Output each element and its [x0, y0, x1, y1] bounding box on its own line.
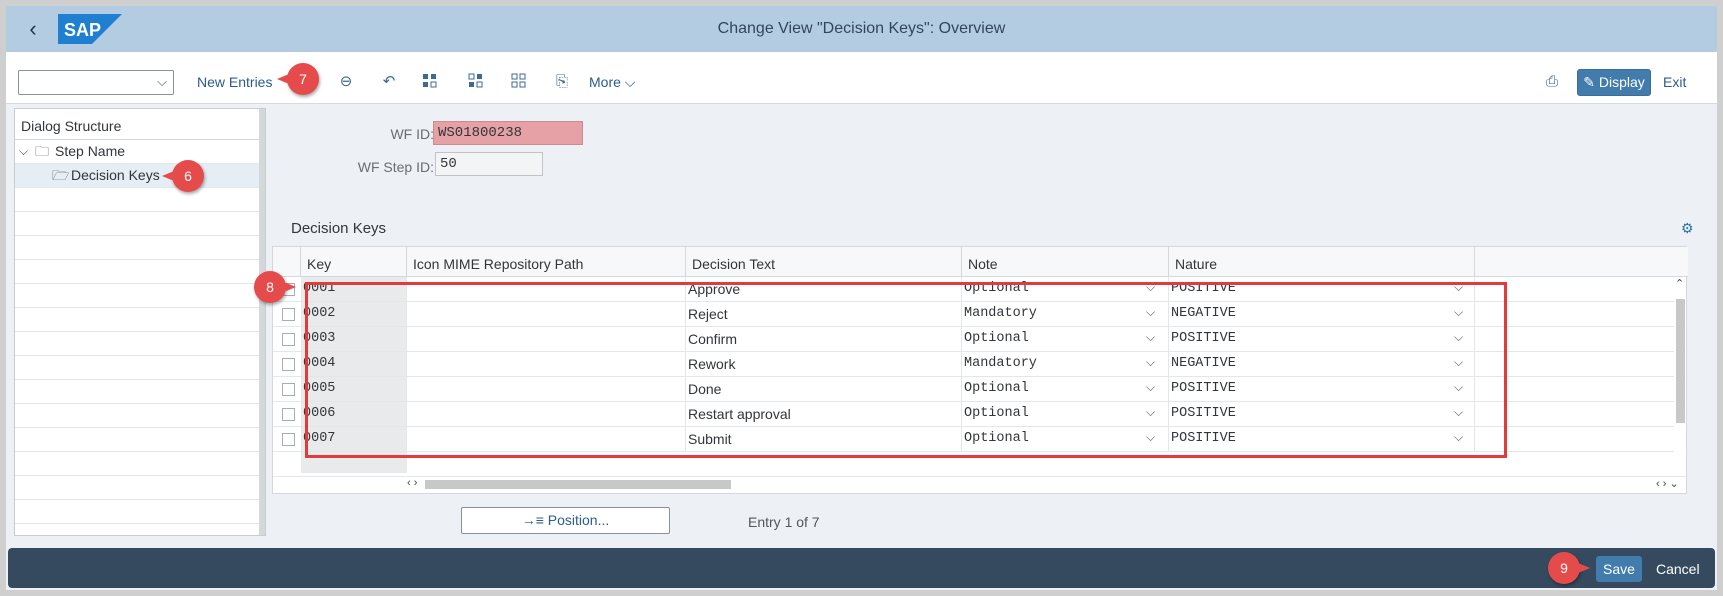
wf-step-id-label: WF Step ID: [357, 159, 434, 175]
wf-step-id-field[interactable]: 50 [435, 152, 543, 176]
callout-9: 9 [1548, 552, 1590, 584]
variant-select[interactable]: ⌵ [18, 70, 174, 95]
save-button[interactable]: Save [1596, 556, 1642, 582]
column-header-path[interactable]: Icon MIME Repository Path [407, 247, 686, 277]
position-button[interactable]: →≡ Position... [461, 507, 670, 534]
row-checkbox[interactable] [282, 358, 295, 371]
tree-empty-row [15, 404, 265, 428]
row-checkbox[interactable] [282, 308, 295, 321]
callout-7: 7 [277, 63, 319, 95]
page-title: Change View "Decision Keys": Overview [717, 20, 1006, 37]
folder-icon: 🗀 [35, 143, 49, 159]
select-block-icon[interactable] [466, 72, 486, 92]
tree-item-step-name[interactable]: ⌵ 🗀 Step Name [15, 140, 265, 164]
sap-window: ‹ SAP Change View "Decision Keys": Overv… [6, 6, 1717, 590]
panel-scrollbar[interactable] [259, 109, 265, 535]
tree-empty-row [15, 308, 265, 332]
toolbar: ⌵ New Entries ⊖ ↶ ⎘ More ⌵ ⎙ ✎ Display E… [6, 52, 1717, 104]
table-title: Decision Keys [291, 220, 387, 237]
tree-item-decision-keys[interactable]: 🗁 Decision Keys [15, 164, 265, 188]
shell-header: ‹ SAP Change View "Decision Keys": Overv… [6, 6, 1717, 52]
cancel-button[interactable]: Cancel [1656, 561, 1700, 577]
tree-empty-row [15, 188, 265, 212]
scroll-left-right-icon[interactable]: ‹ › [407, 477, 417, 489]
tree-empty-row [15, 356, 265, 380]
tree-empty-row [15, 476, 265, 500]
column-header-nature[interactable]: Nature [1169, 247, 1475, 277]
footer-bar: 9 Save Cancel [8, 548, 1715, 588]
column-header-key[interactable]: Key [301, 247, 407, 277]
tree-empty-row [15, 284, 265, 308]
deselect-all-icon[interactable] [509, 72, 529, 92]
table-vertical-scrollbar[interactable]: ⌃ [1674, 277, 1686, 473]
chevron-down-icon: ⌵ [19, 144, 29, 158]
tree-empty-row [15, 452, 265, 476]
rows-highlight-box [305, 282, 1507, 458]
remove-icon[interactable]: ⊖ [336, 72, 356, 92]
callout-8: 8 [254, 271, 296, 303]
scrollbar-thumb[interactable] [425, 480, 731, 489]
transport-icon[interactable]: ⎘ [552, 72, 572, 92]
display-label: Display [1598, 74, 1645, 90]
row-checkbox[interactable] [282, 383, 295, 396]
scroll-up-icon[interactable]: ⌃ [1675, 277, 1684, 290]
column-header-text[interactable]: Decision Text [686, 247, 962, 277]
wf-id-label: WF ID: [390, 126, 434, 142]
callout-6: 6 [162, 160, 204, 192]
row-checkbox[interactable] [282, 433, 295, 446]
scrollbar-thumb[interactable] [1676, 299, 1685, 423]
select-all-icon[interactable] [420, 72, 440, 92]
more-label: More [589, 74, 621, 90]
column-header-note[interactable]: Note [962, 247, 1169, 277]
row-checkbox[interactable] [282, 408, 295, 421]
gear-icon[interactable]: ⚙ [1681, 220, 1694, 237]
tree-item-label: Decision Keys [71, 167, 160, 183]
tree-empty-row [15, 236, 265, 260]
display-button[interactable]: ✎ Display [1577, 69, 1651, 96]
column-header-filler [1475, 247, 1688, 277]
tree-empty-row [15, 428, 265, 452]
tree-item-label: Step Name [55, 143, 126, 159]
folder-open-icon: 🗁 [52, 167, 70, 183]
tree-empty-row [15, 500, 265, 524]
tree-empty-row [15, 380, 265, 404]
wf-id-field[interactable]: WS01800238 [433, 121, 583, 145]
chevron-down-icon: ⌵ [157, 74, 167, 89]
table-horizontal-scrollbar[interactable]: ‹ › ‹ › ⌄ [407, 477, 1688, 491]
dialog-structure-title: Dialog Structure [15, 109, 265, 140]
tree-empty-row [15, 332, 265, 356]
edit-icon: ✎ [1583, 74, 1595, 90]
row-checkbox[interactable] [282, 333, 295, 346]
exit-button[interactable]: Exit [1663, 74, 1686, 90]
tree-empty-row [15, 212, 265, 236]
new-entries-button[interactable]: New Entries [197, 74, 272, 90]
dialog-structure-panel: Dialog Structure ⌵ 🗀 Step Name 🗁 Decisio… [14, 108, 266, 536]
chevron-down-icon: ⌵ [624, 74, 636, 90]
undo-icon[interactable]: ↶ [379, 72, 399, 92]
tree-empty-row [15, 260, 265, 284]
more-menu[interactable]: More ⌵ [589, 74, 635, 91]
print-icon[interactable]: ⎙ [1542, 72, 1562, 92]
entry-counter: Entry 1 of 7 [748, 514, 820, 530]
scroll-left-right-icon[interactable]: ‹ › ⌄ [1656, 477, 1679, 490]
